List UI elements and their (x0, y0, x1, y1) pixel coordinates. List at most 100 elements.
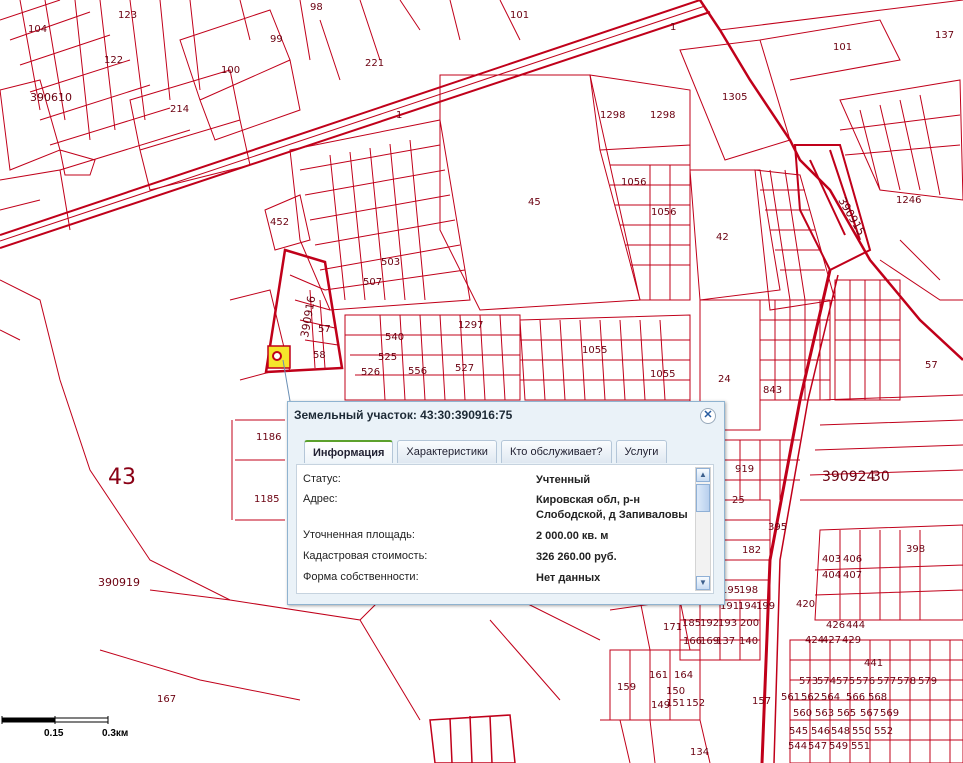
parcel-number-label: 407 (843, 570, 862, 581)
parcel-number-label: 566 (846, 692, 865, 703)
parcel-number-label: 214 (170, 104, 189, 115)
quarter-label: 390915 (835, 195, 867, 238)
parcel-number-label: 137 (935, 30, 954, 41)
parcel-number-label: 1056 (621, 177, 646, 188)
parcel-number-label: 1305 (722, 92, 747, 103)
parcel-number-label: 545 (789, 726, 808, 737)
tab-services[interactable]: Услуги (615, 440, 668, 463)
parcel-number-label: 549 (829, 741, 848, 752)
parcel-number-label: 164 (674, 670, 693, 681)
parcel-number-label: 526 (361, 367, 380, 378)
parcel-number-label: 568 (868, 692, 887, 703)
parcel-number-label: 1246 (896, 195, 921, 206)
parcel-number-label: 569 (880, 708, 899, 719)
parcel-number-label: 579 (918, 676, 937, 687)
parcel-number-label: 199 (756, 601, 775, 612)
parcel-info-popup[interactable]: Земельный участок: 43:30:390916:75 ✕ Инф… (287, 401, 725, 605)
field-label: Уточненная площадь: (303, 529, 415, 541)
parcel-number-label: 552 (874, 726, 893, 737)
parcel-number-label: 525 (378, 352, 397, 363)
parcel-number-label: 182 (742, 545, 761, 556)
parcel-number-label: 57 (318, 324, 331, 335)
parcel-number-label: 100 (221, 65, 240, 76)
field-value: Нет данных (536, 572, 601, 584)
scroll-up-icon[interactable]: ▲ (696, 468, 710, 482)
parcel-number-label: 507 (363, 277, 382, 288)
parcel-number-label: 198 (739, 585, 758, 596)
parcel-number-label: 150 (666, 686, 685, 697)
parcel-number-label: 550 (852, 726, 871, 737)
parcel-number-label: 1298 (650, 110, 675, 121)
parcel-number-label: 406 (843, 554, 862, 565)
field-value: 2 000.00 кв. м (536, 530, 609, 542)
parcel-number-label: 427 (822, 635, 841, 646)
parcel-number-label: 194 (738, 601, 757, 612)
parcel-number-label: 122 (104, 55, 123, 66)
quarter-label: 390924 (822, 469, 876, 485)
parcel-number-label: 575 (836, 676, 855, 687)
field-value: Кировская обл, р-н Слободской, д Запивал… (536, 494, 688, 521)
parcel-number-label: 398 (906, 544, 925, 555)
parcel-number-label: 561 (781, 692, 800, 703)
parcel-number-label: 503 (381, 257, 400, 268)
parcel-number-label: 137 (716, 636, 735, 647)
quarter-label: 390919 (98, 576, 140, 589)
field-value: 326 260.00 руб. (536, 551, 617, 563)
field-value: Учтенный (536, 474, 591, 486)
scroll-down-icon[interactable]: ▼ (696, 576, 710, 590)
parcel-number-label: 404 (822, 570, 841, 581)
parcel-number-label: 221 (365, 58, 384, 69)
scroll-thumb[interactable] (696, 484, 710, 512)
parcel-number-label: 200 (740, 618, 759, 629)
location-marker-icon[interactable] (272, 351, 282, 361)
parcel-number-label: 547 (808, 741, 827, 752)
parcel-number-label: 562 (801, 692, 820, 703)
tab-characteristics[interactable]: Характеристики (397, 440, 497, 463)
parcel-number-label: 99 (270, 34, 283, 45)
parcel-number-label: 1297 (458, 320, 483, 331)
close-icon[interactable]: ✕ (700, 408, 716, 424)
parcel-number-label: 167 (157, 694, 176, 705)
info-panel[interactable]: Статус: Учтенный Адрес: Кировская обл, р… (296, 464, 714, 594)
parcel-number-label: 1186 (256, 432, 281, 443)
parcel-number-label: 395 (768, 522, 787, 533)
parcel-number-label: 1 (396, 110, 402, 121)
parcel-number-label: 24 (718, 374, 731, 385)
parcel-number-label: 560 (793, 708, 812, 719)
parcel-number-label: 564 (821, 692, 840, 703)
tab-who-serves[interactable]: Кто обслуживает? (500, 440, 612, 463)
parcel-number-label: 577 (877, 676, 896, 687)
quarter-label: 390610 (30, 91, 72, 104)
parcel-number-label: 152 (686, 698, 705, 709)
parcel-number-label: 45 (528, 197, 541, 208)
parcel-number-label: 1185 (254, 494, 279, 505)
scale-label: 0.15 (44, 728, 64, 739)
parcel-number-label: 1055 (582, 345, 607, 356)
parcel-number-label: 540 (385, 332, 404, 343)
field-label: Статус: (303, 473, 341, 485)
quarter-label: 30 (872, 469, 890, 485)
parcel-number-label: 123 (118, 10, 137, 21)
cadastral-map[interactable]: 43 390610 390916 390915 390919 390924 30… (0, 0, 963, 763)
scale-label: 0.3км (102, 728, 128, 739)
parcel-number-label: 140 (739, 636, 758, 647)
parcel-number-label: 57 (925, 360, 938, 371)
parcel-number-label: 444 (846, 620, 865, 631)
parcel-number-label: 567 (860, 708, 879, 719)
scrollbar[interactable]: ▲ ▼ (695, 467, 711, 591)
field-label: Адрес: (303, 493, 338, 505)
parcel-number-label: 134 (690, 747, 709, 758)
parcel-number-label: 1055 (650, 369, 675, 380)
parcel-number-label: 101 (833, 42, 852, 53)
parcel-number-label: 159 (617, 682, 636, 693)
scale-bar: 0.15 0.3км (1, 716, 128, 739)
parcel-number-label: 104 (28, 24, 47, 35)
tab-info[interactable]: Информация (304, 440, 394, 463)
parcel-number-label: 429 (842, 635, 861, 646)
parcel-number-label: 42 (716, 232, 729, 243)
parcel-number-label: 441 (864, 658, 883, 669)
parcel-number-label: 544 (788, 741, 807, 752)
popup-title: Земельный участок: 43:30:390916:75 (294, 408, 513, 422)
parcel-number-label: 551 (851, 741, 870, 752)
parcel-number-label: 573 (799, 676, 818, 687)
